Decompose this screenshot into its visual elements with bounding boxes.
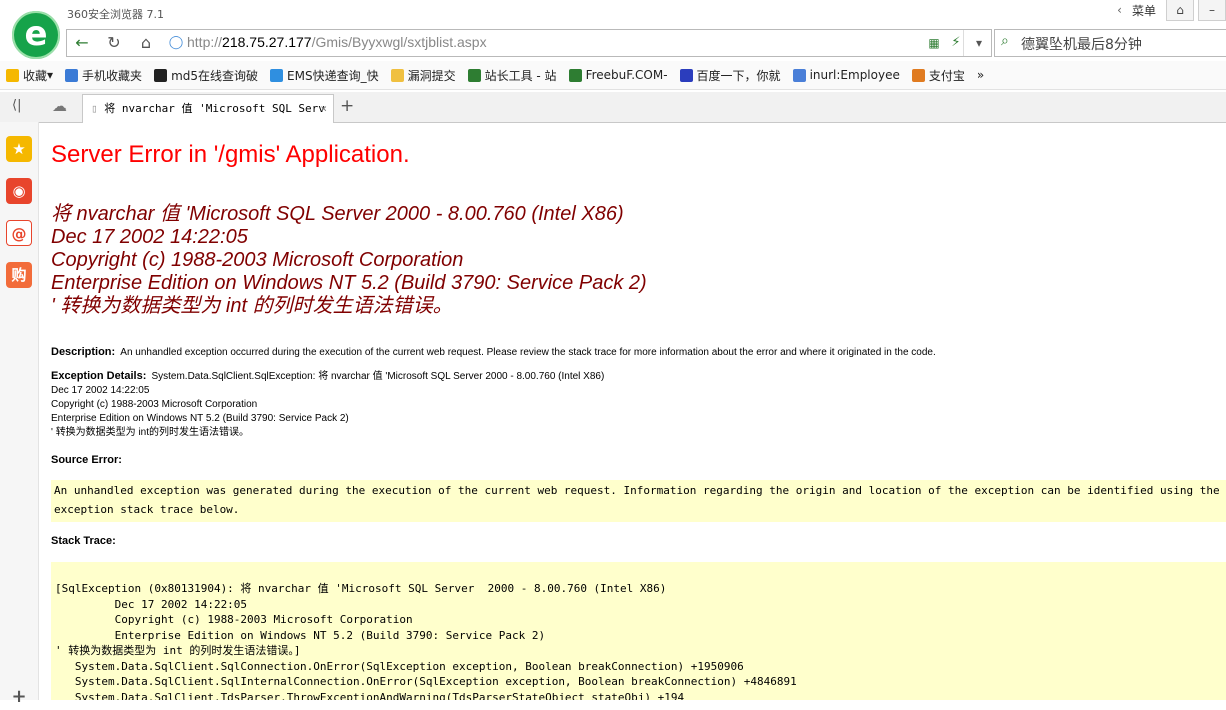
more-bookmarks-icon[interactable]: » <box>971 68 990 82</box>
shopping-icon[interactable]: 购 <box>6 262 32 288</box>
bookmark-mobile[interactable]: 手机收藏夹 <box>59 67 148 84</box>
bookmark-ems[interactable]: EMS快递查询_快 <box>264 67 385 84</box>
sidebar-toggle-icon[interactable]: ⟨| <box>12 98 21 113</box>
description-label: Description: <box>51 346 116 358</box>
page-title: Server Error in '/gmis' Application. <box>51 141 410 168</box>
bookmark-freebuf[interactable]: FreebuF.COM- <box>563 68 674 82</box>
bookmark-vuln[interactable]: 漏洞提交 <box>385 67 462 84</box>
description: Description: An unhandled exception occu… <box>51 340 1221 359</box>
left-sidebar: ★ ◉ @ 购 + <box>0 122 39 707</box>
bookmark-favorites[interactable]: 收藏 ▾ <box>0 67 59 84</box>
window-controls: ‹ 菜单 ⌂ – <box>1117 0 1226 21</box>
add-icon[interactable]: + <box>6 684 32 710</box>
address-bar[interactable]: ← ↻ ⌂ ◯ http://218.75.27.177/Gmis/Byyxwg… <box>66 29 992 57</box>
search-input[interactable]: 德翼坠机最后8分钟 <box>1021 34 1142 54</box>
menu-button[interactable]: 菜单 <box>1126 2 1162 19</box>
back-icon[interactable]: ← <box>67 30 97 56</box>
tab-bar: ⟨| ☁ ▯ 将 nvarchar 值 'Microsoft SQL Serv … <box>0 92 1226 123</box>
minimize-icon[interactable]: – <box>1198 0 1226 21</box>
bookmarks-bar: 收藏 ▾ 手机收藏夹 md5在线查询破 EMS快递查询_快 漏洞提交 站长工具 … <box>0 61 1226 90</box>
stack-trace-box: [SqlException (0x80131904): 将 nvarchar 值… <box>51 562 1226 700</box>
page-content: Server Error in '/gmis' Application. 将 n… <box>39 123 1226 700</box>
bookmark-webmaster[interactable]: 站长工具 - 站 <box>462 67 563 84</box>
title-bar <box>0 0 1226 28</box>
source-error-box: An unhandled exception was generated dur… <box>51 480 1226 522</box>
browser-logo-icon[interactable]: e <box>10 9 62 61</box>
search-icon: ⌕ <box>1001 33 1009 49</box>
favorites-icon[interactable]: ★ <box>6 136 32 162</box>
home-icon[interactable]: ⌂ <box>131 30 161 56</box>
search-box[interactable]: ⌕ 德翼坠机最后8分钟 <box>994 29 1226 57</box>
chevron-down-icon[interactable]: ▾ <box>963 30 994 56</box>
exception-details: Exception Details: System.Data.SqlClient… <box>51 370 605 438</box>
bookmark-md5[interactable]: md5在线查询破 <box>148 67 264 84</box>
weibo-icon[interactable]: ◉ <box>6 178 32 204</box>
page-icon: ▯ <box>91 102 98 115</box>
close-tab-icon[interactable]: × <box>320 95 327 123</box>
bookmark-alipay[interactable]: 支付宝 <box>906 67 971 84</box>
bookmark-inurl[interactable]: inurl:Employee <box>787 68 906 82</box>
stack-trace-label: Stack Trace: <box>51 535 116 547</box>
source-error-label: Source Error: <box>51 454 122 466</box>
description-text: An unhandled exception occurred during t… <box>120 347 936 358</box>
new-tab-icon[interactable]: + <box>340 96 354 116</box>
skin-icon[interactable]: ⌂ <box>1166 0 1194 21</box>
error-message: 将 nvarchar 值 'Microsoft SQL Server 2000 … <box>51 203 647 317</box>
cloud-icon[interactable]: ☁ <box>52 97 67 115</box>
app-title: 360安全浏览器 7.1 <box>67 8 164 21</box>
bookmark-baidu[interactable]: 百度一下，你就 <box>674 67 787 84</box>
exception-label: Exception Details: <box>51 370 147 382</box>
chevron-left-icon[interactable]: ‹ <box>1117 3 1122 17</box>
refresh-icon[interactable]: ↻ <box>99 30 129 56</box>
tab-active[interactable]: ▯ 将 nvarchar 值 'Microsoft SQL Serv × <box>82 94 334 123</box>
url-field[interactable]: http://218.75.27.177/Gmis/Byyxwgl/sxtjbl… <box>187 34 487 50</box>
mail-icon[interactable]: @ <box>6 220 32 246</box>
